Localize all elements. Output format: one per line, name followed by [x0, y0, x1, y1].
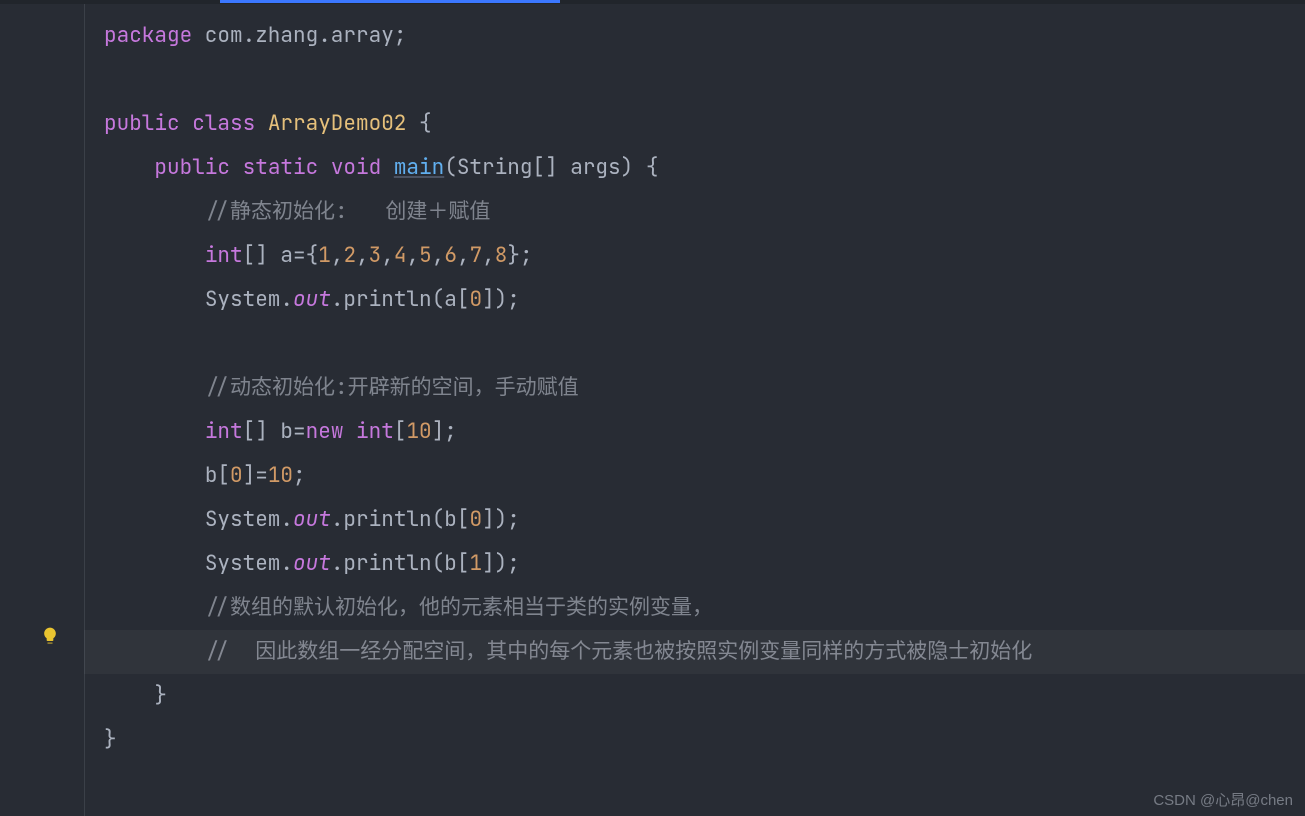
- semicolon: ;: [394, 22, 407, 49]
- system-call: System.: [205, 286, 293, 313]
- watermark: CSDN @心昂@chen: [1153, 789, 1293, 810]
- comma: ,: [356, 242, 369, 269]
- println-call: .println(a[: [331, 286, 470, 313]
- brace-close: }: [104, 726, 117, 753]
- lightbulb-icon[interactable]: [40, 626, 60, 646]
- assign-eq: ]=: [243, 462, 268, 489]
- number-literal: 0: [469, 506, 482, 533]
- keyword-public: public: [104, 110, 180, 137]
- bracket-open: [: [394, 418, 407, 445]
- code-area[interactable]: package com.zhang.array; public class Ar…: [84, 4, 1305, 816]
- system-call: System.: [205, 506, 293, 533]
- number-literal: 8: [495, 242, 508, 269]
- keyword-package: package: [104, 22, 192, 49]
- comment: //数组的默认初始化，他的元素相当于类的实例变量，: [205, 594, 713, 621]
- number-literal: 3: [369, 242, 382, 269]
- println-call: .println(b[: [331, 506, 470, 533]
- array-decl: [] a={: [243, 242, 319, 269]
- number-literal: 1: [318, 242, 331, 269]
- number-literal: 5: [419, 242, 432, 269]
- comma: ,: [331, 242, 344, 269]
- brace-close: }: [154, 682, 167, 709]
- system-call: System.: [205, 550, 293, 577]
- class-name: ArrayDemo02: [268, 110, 407, 137]
- gutter: [0, 4, 84, 816]
- call-end: ]);: [482, 550, 520, 577]
- type-int: int: [205, 418, 243, 445]
- var-assign: b[: [205, 462, 230, 489]
- field-out: out: [293, 286, 331, 313]
- source-code[interactable]: package com.zhang.array; public class Ar…: [84, 14, 1305, 762]
- comment: // 因此数组一经分配空间，其中的每个元素也被按照实例变量同样的方式被隐士初始化: [205, 638, 1032, 665]
- keyword-static: static: [230, 154, 331, 181]
- comma: ,: [432, 242, 445, 269]
- number-literal: 2: [343, 242, 356, 269]
- println-call: .println(b[: [331, 550, 470, 577]
- call-end: ]);: [482, 286, 520, 313]
- comment: //动态初始化:开辟新的空间，手动赋值: [205, 374, 579, 401]
- number-literal: 4: [394, 242, 407, 269]
- comment: //静态初始化: 创建＋赋值: [205, 198, 491, 225]
- comma: ,: [381, 242, 394, 269]
- number-literal: 0: [469, 286, 482, 313]
- method-signature: (String[] args) {: [444, 154, 658, 181]
- number-literal: 7: [470, 242, 483, 269]
- comma: ,: [407, 242, 420, 269]
- keyword-new: new: [306, 418, 356, 445]
- active-tab-indicator: [220, 0, 560, 3]
- type-int: int: [205, 242, 243, 269]
- comma: ,: [457, 242, 470, 269]
- keyword-public: public: [154, 154, 230, 181]
- keyword-class: class: [180, 110, 268, 137]
- number-literal: 6: [444, 242, 457, 269]
- number-literal: 10: [268, 462, 293, 489]
- array-decl: [] b=: [243, 418, 306, 445]
- call-end: ]);: [482, 506, 520, 533]
- editor: package com.zhang.array; public class Ar…: [0, 4, 1305, 816]
- type-int: int: [356, 418, 394, 445]
- method-main: main: [394, 154, 444, 181]
- keyword-void: void: [331, 154, 394, 181]
- field-out: out: [293, 550, 331, 577]
- number-literal: 0: [230, 462, 243, 489]
- package-name: com.zhang.array: [192, 22, 394, 49]
- number-literal: 1: [469, 550, 482, 577]
- semicolon: ;: [293, 462, 306, 489]
- number-literal: 10: [406, 418, 431, 445]
- field-out: out: [293, 506, 331, 533]
- brace-open: {: [406, 110, 431, 137]
- array-end: };: [507, 242, 532, 269]
- comma: ,: [482, 242, 495, 269]
- bracket-end: ];: [432, 418, 457, 445]
- gutter-divider: [84, 4, 85, 816]
